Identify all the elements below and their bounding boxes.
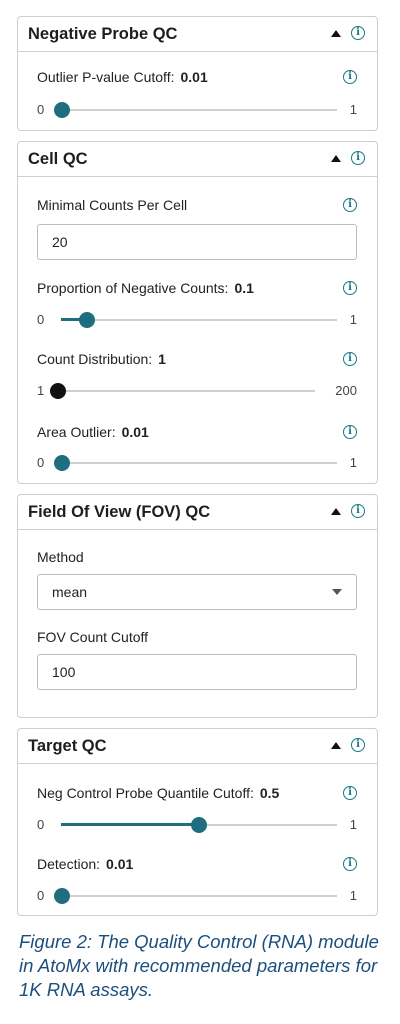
figure-caption: Figure 2: The Quality Control (RNA) modu…: [19, 931, 379, 1000]
outlier-pvalue-value: 0.01: [180, 69, 208, 85]
info-icon[interactable]: i: [351, 151, 365, 165]
slider-thumb[interactable]: [79, 312, 95, 328]
method-selected-value: mean: [52, 584, 88, 600]
method-select[interactable]: mean: [37, 574, 357, 610]
neg-control-quantile-label: Neg Control Probe Quantile Cutoff: 0.5: [37, 785, 280, 801]
detection-label: Detection: 0.01: [37, 856, 134, 872]
slider-min: 0: [37, 102, 45, 117]
fov-qc-panel: Field Of View (FOV) QC i Method mean FOV…: [17, 494, 378, 718]
panel-header[interactable]: Target QC i: [18, 729, 377, 764]
slider-max: 200: [335, 383, 357, 398]
info-icon[interactable]: i: [343, 70, 357, 84]
info-icon[interactable]: i: [343, 857, 357, 871]
panel-header[interactable]: Field Of View (FOV) QC i: [18, 495, 377, 530]
triangle-up-icon[interactable]: [331, 155, 341, 162]
panel-title: Cell QC: [28, 150, 88, 168]
info-icon[interactable]: i: [351, 504, 365, 518]
area-outlier-label: Area Outlier: 0.01: [37, 424, 149, 440]
slider-min: 0: [37, 455, 45, 470]
outlier-pvalue-slider[interactable]: 0 1: [37, 102, 357, 118]
prop-negative-label: Proportion of Negative Counts: 0.1: [37, 280, 254, 296]
panel-header[interactable]: Cell QC i: [18, 142, 377, 177]
fov-count-cutoff-label: FOV Count Cutoff: [37, 629, 149, 645]
negative-probe-qc-panel: Negative Probe QC i Outlier P-value Cuto…: [17, 16, 378, 131]
detection-value: 0.01: [106, 856, 134, 872]
slider-min: 0: [37, 888, 45, 903]
area-outlier-value: 0.01: [121, 424, 149, 440]
slider-thumb[interactable]: [54, 888, 70, 904]
panel-header[interactable]: Negative Probe QC i: [18, 17, 377, 52]
slider-thumb[interactable]: [54, 455, 70, 471]
info-icon[interactable]: i: [343, 281, 357, 295]
triangle-up-icon[interactable]: [331, 508, 341, 515]
count-distribution-value: 1: [158, 351, 166, 367]
panel-title: Negative Probe QC: [28, 25, 178, 43]
slider-max: 1: [349, 817, 357, 832]
info-icon[interactable]: i: [351, 26, 365, 40]
fov-count-cutoff-input[interactable]: 100: [37, 654, 357, 690]
prop-negative-slider[interactable]: 0 1: [37, 312, 357, 328]
cell-qc-panel: Cell QC i Minimal Counts Per Cell i 20 P…: [17, 141, 378, 484]
min-counts-label: Minimal Counts Per Cell: [37, 197, 188, 213]
slider-track[interactable]: [61, 895, 337, 897]
area-outlier-slider[interactable]: 0 1: [37, 455, 357, 471]
slider-track[interactable]: [61, 109, 337, 111]
slider-min: 0: [37, 817, 45, 832]
info-icon[interactable]: i: [343, 425, 357, 439]
triangle-up-icon[interactable]: [331, 742, 341, 749]
count-distribution-label: Count Distribution: 1: [37, 351, 166, 367]
detection-slider[interactable]: 0 1: [37, 888, 357, 904]
slider-max: 1: [349, 888, 357, 903]
slider-max: 1: [349, 312, 357, 327]
slider-thumb[interactable]: [191, 817, 207, 833]
prop-negative-value: 0.1: [234, 280, 254, 296]
slider-max: 1: [349, 455, 357, 470]
panel-title: Target QC: [28, 737, 107, 755]
slider-min: 1: [37, 383, 45, 398]
neg-control-quantile-slider[interactable]: 0 1: [37, 817, 357, 833]
info-icon[interactable]: i: [343, 352, 357, 366]
slider-track[interactable]: [61, 462, 337, 464]
slider-min: 0: [37, 312, 45, 327]
panel-title: Field Of View (FOV) QC: [28, 503, 211, 521]
min-counts-input[interactable]: 20: [37, 224, 357, 260]
method-label: Method: [37, 549, 84, 565]
slider-thumb[interactable]: [50, 383, 66, 399]
info-icon[interactable]: i: [343, 786, 357, 800]
count-distribution-slider[interactable]: 1 200: [37, 383, 357, 399]
slider-max: 1: [349, 102, 357, 117]
slider-thumb[interactable]: [54, 102, 70, 118]
slider-track[interactable]: [57, 390, 315, 392]
target-qc-panel: Target QC i Neg Control Probe Quantile C…: [17, 728, 378, 916]
info-icon[interactable]: i: [351, 738, 365, 752]
triangle-up-icon[interactable]: [331, 30, 341, 37]
slider-fill: [61, 823, 199, 826]
neg-control-quantile-value: 0.5: [259, 785, 280, 801]
info-icon[interactable]: i: [343, 198, 357, 212]
slider-track[interactable]: [61, 319, 337, 321]
outlier-pvalue-label: Outlier P-value Cutoff: 0.01: [37, 69, 208, 85]
chevron-down-icon[interactable]: [332, 589, 342, 595]
